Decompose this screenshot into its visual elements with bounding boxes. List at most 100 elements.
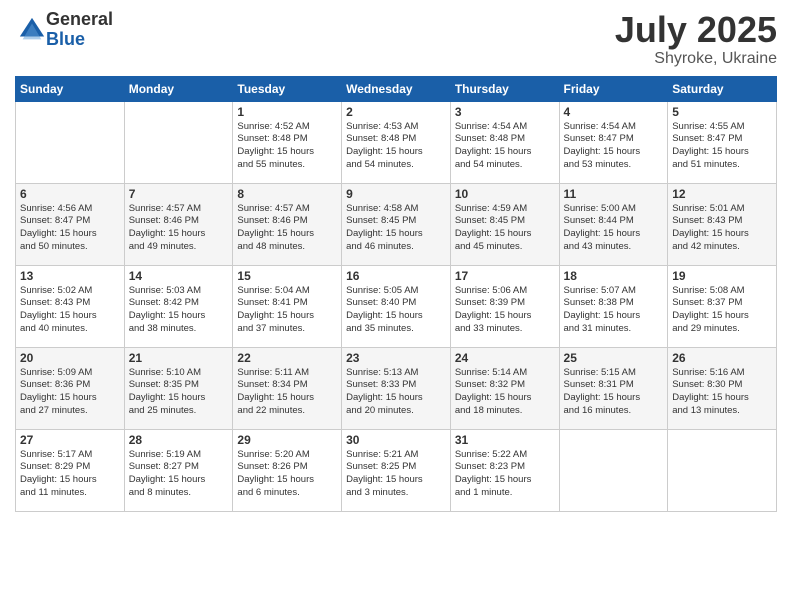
day-info: Sunrise: 5:22 AM Sunset: 8:23 PM Dayligh… [455,449,555,500]
calendar-table: Sunday Monday Tuesday Wednesday Thursday… [15,76,777,512]
day-number: 16 [346,269,446,283]
day-info: Sunrise: 5:13 AM Sunset: 8:33 PM Dayligh… [346,367,446,418]
calendar-cell: 2Sunrise: 4:53 AM Sunset: 8:48 PM Daylig… [342,101,451,183]
day-number: 24 [455,351,555,365]
day-number: 25 [564,351,664,365]
header-saturday: Saturday [668,76,777,101]
day-number: 3 [455,105,555,119]
calendar-cell: 6 Sunrise: 4:56 AM Sunset: 8:47 PM Daylig… [16,183,125,265]
calendar-cell: 22 Sunrise: 5:11 AM Sunset: 8:34 PM Dayli… [233,347,342,429]
day-info: Sunrise: 5:07 AM Sunset: 8:38 PM Dayligh… [564,285,664,336]
calendar-cell: 15 Sunrise: 5:04 AM Sunset: 8:41 PM Dayli… [233,265,342,347]
header-thursday: Thursday [450,76,559,101]
header-tuesday: Tuesday [233,76,342,101]
calendar-week-3: 13 Sunrise: 5:02 AM Sunset: 8:43 PM Dayli… [16,265,777,347]
calendar-week-5: 27 Sunrise: 5:17 AM Sunset: 8:29 PM Dayli… [16,429,777,511]
day-number: 14 [129,269,229,283]
calendar-cell: 27 Sunrise: 5:17 AM Sunset: 8:29 PM Dayli… [16,429,125,511]
day-info: Sunrise: 5:05 AM Sunset: 8:40 PM Dayligh… [346,285,446,336]
day-number: 5 [672,105,772,119]
day-number: 4 [564,105,664,119]
day-number: 30 [346,433,446,447]
header-wednesday: Wednesday [342,76,451,101]
calendar-week-2: 6 Sunrise: 4:56 AM Sunset: 8:47 PM Daylig… [16,183,777,265]
calendar-cell: 8 Sunrise: 4:57 AM Sunset: 8:46 PM Daylig… [233,183,342,265]
calendar-cell: 16 Sunrise: 5:05 AM Sunset: 8:40 PM Dayli… [342,265,451,347]
calendar-cell: 29Sunrise: 5:20 AM Sunset: 8:26 PM Dayli… [233,429,342,511]
title-block: July 2025 Shyroke, Ukraine [615,10,777,68]
calendar-cell: 28 Sunrise: 5:19 AM Sunset: 8:27 PM Dayli… [124,429,233,511]
day-number: 23 [346,351,446,365]
day-number: 2 [346,105,446,119]
day-number: 7 [129,187,229,201]
day-info: Sunrise: 5:03 AM Sunset: 8:42 PM Dayligh… [129,285,229,336]
day-number: 22 [237,351,337,365]
day-number: 11 [564,187,664,201]
day-info: Sunrise: 5:19 AM Sunset: 8:27 PM Dayligh… [129,449,229,500]
day-number: 31 [455,433,555,447]
day-info: Sunrise: 5:08 AM Sunset: 8:37 PM Dayligh… [672,285,772,336]
day-info: Sunrise: 4:55 AM Sunset: 8:47 PM Dayligh… [672,121,772,172]
day-number: 21 [129,351,229,365]
logo-blue-text: Blue [46,30,113,50]
calendar-cell [124,101,233,183]
day-info: Sunrise: 4:56 AM Sunset: 8:47 PM Dayligh… [20,203,120,254]
day-info: Sunrise: 4:52 AM Sunset: 8:48 PM Dayligh… [237,121,337,172]
day-info: Sunrise: 4:57 AM Sunset: 8:46 PM Dayligh… [129,203,229,254]
logo-general-text: General [46,10,113,30]
calendar-cell: 30 Sunrise: 5:21 AM Sunset: 8:25 PM Dayli… [342,429,451,511]
day-info: Sunrise: 4:54 AM Sunset: 8:47 PM Dayligh… [564,121,664,172]
calendar-cell [559,429,668,511]
day-info: Sunrise: 5:16 AM Sunset: 8:30 PM Dayligh… [672,367,772,418]
day-info: Sunrise: 5:17 AM Sunset: 8:29 PM Dayligh… [20,449,120,500]
page-header: General Blue July 2025 Shyroke, Ukraine [15,10,777,68]
calendar-week-4: 20Sunrise: 5:09 AM Sunset: 8:36 PM Dayli… [16,347,777,429]
calendar-cell: 18 Sunrise: 5:07 AM Sunset: 8:38 PM Dayli… [559,265,668,347]
day-number: 26 [672,351,772,365]
header-friday: Friday [559,76,668,101]
logo: General Blue [15,10,113,50]
day-info: Sunrise: 5:01 AM Sunset: 8:43 PM Dayligh… [672,203,772,254]
day-number: 9 [346,187,446,201]
day-number: 13 [20,269,120,283]
calendar-cell: 19Sunrise: 5:08 AM Sunset: 8:37 PM Dayli… [668,265,777,347]
calendar-cell: 5 Sunrise: 4:55 AM Sunset: 8:47 PM Daylig… [668,101,777,183]
header-sunday: Sunday [16,76,125,101]
logo-icon [18,16,46,44]
calendar-cell: 1Sunrise: 4:52 AM Sunset: 8:48 PM Daylig… [233,101,342,183]
day-number: 20 [20,351,120,365]
day-info: Sunrise: 5:11 AM Sunset: 8:34 PM Dayligh… [237,367,337,418]
day-number: 27 [20,433,120,447]
day-info: Sunrise: 5:21 AM Sunset: 8:25 PM Dayligh… [346,449,446,500]
day-number: 12 [672,187,772,201]
day-info: Sunrise: 5:00 AM Sunset: 8:44 PM Dayligh… [564,203,664,254]
calendar-cell: 9 Sunrise: 4:58 AM Sunset: 8:45 PM Daylig… [342,183,451,265]
calendar-cell [668,429,777,511]
calendar-cell: 10Sunrise: 4:59 AM Sunset: 8:45 PM Dayli… [450,183,559,265]
day-info: Sunrise: 4:58 AM Sunset: 8:45 PM Dayligh… [346,203,446,254]
calendar-location: Shyroke, Ukraine [615,50,777,68]
calendar-cell: 7 Sunrise: 4:57 AM Sunset: 8:46 PM Daylig… [124,183,233,265]
calendar-cell: 11 Sunrise: 5:00 AM Sunset: 8:44 PM Dayli… [559,183,668,265]
day-number: 28 [129,433,229,447]
calendar-week-1: 1Sunrise: 4:52 AM Sunset: 8:48 PM Daylig… [16,101,777,183]
calendar-cell: 21Sunrise: 5:10 AM Sunset: 8:35 PM Dayli… [124,347,233,429]
calendar-cell: 14 Sunrise: 5:03 AM Sunset: 8:42 PM Dayli… [124,265,233,347]
day-number: 15 [237,269,337,283]
day-info: Sunrise: 4:54 AM Sunset: 8:48 PM Dayligh… [455,121,555,172]
day-number: 6 [20,187,120,201]
day-info: Sunrise: 5:06 AM Sunset: 8:39 PM Dayligh… [455,285,555,336]
calendar-cell: 13 Sunrise: 5:02 AM Sunset: 8:43 PM Dayli… [16,265,125,347]
day-number: 18 [564,269,664,283]
calendar-header-row: Sunday Monday Tuesday Wednesday Thursday… [16,76,777,101]
calendar-cell: 24Sunrise: 5:14 AM Sunset: 8:32 PM Dayli… [450,347,559,429]
calendar-cell [16,101,125,183]
day-info: Sunrise: 5:04 AM Sunset: 8:41 PM Dayligh… [237,285,337,336]
calendar-cell: 3 Sunrise: 4:54 AM Sunset: 8:48 PM Daylig… [450,101,559,183]
day-info: Sunrise: 5:20 AM Sunset: 8:26 PM Dayligh… [237,449,337,500]
day-info: Sunrise: 5:15 AM Sunset: 8:31 PM Dayligh… [564,367,664,418]
calendar-cell: 4 Sunrise: 4:54 AM Sunset: 8:47 PM Daylig… [559,101,668,183]
day-number: 8 [237,187,337,201]
day-info: Sunrise: 5:02 AM Sunset: 8:43 PM Dayligh… [20,285,120,336]
day-info: Sunrise: 4:57 AM Sunset: 8:46 PM Dayligh… [237,203,337,254]
